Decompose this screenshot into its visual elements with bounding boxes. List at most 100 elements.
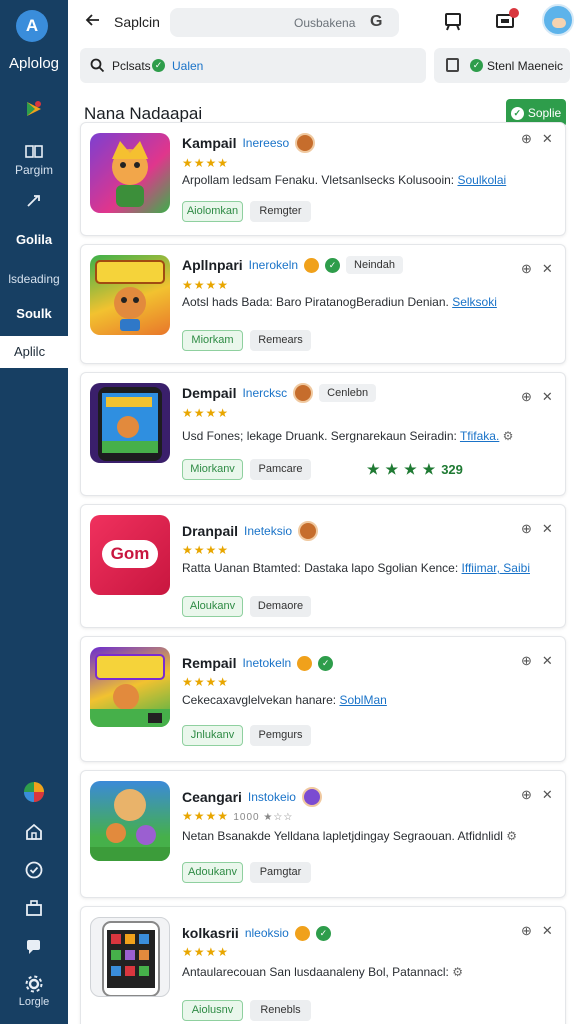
- user-avatar[interactable]: [542, 4, 574, 36]
- category-chip[interactable]: Neindah: [346, 256, 404, 274]
- developer-avatar: [301, 787, 322, 807]
- app-thumbnail[interactable]: [90, 383, 170, 463]
- primary-button[interactable]: Miorkam: [182, 330, 243, 351]
- app-name[interactable]: Dranpail: [182, 523, 238, 539]
- app-card[interactable]: Apllnpari Inerokeln ✓ Neindah ★★★★ Aotsl…: [80, 244, 566, 364]
- app-name[interactable]: Apllnpari: [182, 257, 243, 273]
- search-placeholder: Ousbakena: [294, 16, 356, 30]
- pin-icon[interactable]: ⊕: [521, 131, 532, 147]
- developer-link[interactable]: nleoksio: [245, 926, 289, 940]
- developer-link[interactable]: Inereeso: [242, 136, 289, 150]
- app-thumbnail[interactable]: [90, 781, 170, 861]
- description-link[interactable]: SoblMan: [339, 693, 386, 707]
- sidebar-item-aplilc[interactable]: Aplilc: [0, 336, 68, 368]
- filter-value[interactable]: Ualen: [172, 59, 203, 73]
- pin-icon[interactable]: ⊕: [521, 923, 532, 939]
- section-button-icon: ✓: [510, 106, 524, 120]
- primary-button[interactable]: Miorkanv: [182, 459, 243, 480]
- settings-icon[interactable]: ⚙: [452, 965, 463, 979]
- app-card[interactable]: Kampail Inereeso ★★★★ Arpollam ledsam Fe…: [80, 122, 566, 236]
- primary-button[interactable]: Jnlukanv: [182, 725, 243, 746]
- app-thumbnail[interactable]: [90, 917, 170, 997]
- developer-link[interactable]: Inercksc: [242, 386, 287, 400]
- secondary-button[interactable]: Pemgurs: [250, 725, 311, 746]
- developer-link[interactable]: Ineteksio: [244, 524, 292, 538]
- close-icon[interactable]: ✕: [542, 261, 553, 277]
- secondary-button[interactable]: Pamcare: [250, 459, 311, 480]
- notification-icon[interactable]: [496, 8, 519, 35]
- secondary-button[interactable]: Remears: [250, 330, 311, 351]
- developer-link[interactable]: Instokeio: [248, 790, 296, 804]
- primary-button[interactable]: Aiolomkan: [182, 201, 243, 222]
- search-input[interactable]: Ousbakena G: [170, 8, 399, 37]
- back-arrow-icon[interactable]: [84, 11, 102, 34]
- description-link[interactable]: Selksoki: [452, 295, 497, 309]
- close-icon[interactable]: ✕: [542, 521, 553, 537]
- filter-right-button[interactable]: ✓ Stenl Maeneic: [434, 48, 570, 83]
- search-provider-icon[interactable]: G: [370, 13, 382, 31]
- app-logo-icon[interactable]: A: [16, 10, 48, 42]
- sidebar-book-icon[interactable]: [0, 144, 68, 160]
- app-name[interactable]: Ceangari: [182, 789, 242, 805]
- description-link[interactable]: Iffiimar, Saibi: [462, 561, 530, 575]
- app-thumbnail[interactable]: Gom: [90, 515, 170, 595]
- app-card[interactable]: Rempail Inetokeln ✓ ★★★★ Cekecaxavglelve…: [80, 636, 566, 762]
- sidebar-colorwheel-icon[interactable]: [0, 780, 68, 804]
- secondary-button[interactable]: Renebls: [250, 1000, 311, 1021]
- pin-icon[interactable]: ⊕: [521, 261, 532, 277]
- app-name[interactable]: Kampail: [182, 135, 236, 151]
- app-name[interactable]: Dempail: [182, 385, 236, 401]
- app-description: Arpollam ledsam Fenaku. Vletsanlsecks Ko…: [182, 173, 507, 187]
- rating-extra: 1000 ★☆☆: [233, 812, 294, 823]
- description-link[interactable]: Soulkolai: [457, 173, 506, 187]
- pin-icon[interactable]: ⊕: [521, 389, 532, 405]
- close-icon[interactable]: ✕: [542, 923, 553, 939]
- app-description: Usd Fones; lekage Druank. Sergnarekaun S…: [182, 429, 514, 443]
- sidebar-check-circle-icon[interactable]: [0, 860, 68, 880]
- sidebar-item-lsdeading[interactable]: lsdeading: [0, 272, 68, 286]
- primary-button[interactable]: Aiolusnv: [182, 1000, 243, 1021]
- sidebar-item-soulk[interactable]: Soulk: [0, 306, 68, 321]
- app-name[interactable]: Rempail: [182, 655, 236, 671]
- sidebar-item-pargim[interactable]: Pargim: [0, 163, 68, 177]
- sidebar-item-golila[interactable]: Golila: [0, 232, 68, 247]
- secondary-button[interactable]: Remgter: [250, 201, 311, 222]
- developer-link[interactable]: Inerokeln: [249, 258, 298, 272]
- sidebar-home-icon[interactable]: [0, 822, 68, 842]
- secondary-button[interactable]: Demaore: [250, 596, 311, 617]
- close-icon[interactable]: ✕: [542, 389, 553, 405]
- app-card[interactable]: Ceangari Instokeio ★★★★ 1000 ★☆☆ Netan B…: [80, 770, 566, 898]
- close-icon[interactable]: ✕: [542, 653, 553, 669]
- app-card[interactable]: kolkasrii nleoksio ✓ ★★★★ Antaularecouan…: [80, 906, 566, 1024]
- sidebar-apps-icon[interactable]: [0, 98, 68, 120]
- close-icon[interactable]: ✕: [542, 131, 553, 147]
- secondary-button[interactable]: Pamgtar: [250, 862, 311, 883]
- sidebar-chat-icon[interactable]: [0, 936, 68, 956]
- settings-icon[interactable]: ⚙: [506, 829, 517, 843]
- pin-icon[interactable]: ⊕: [521, 521, 532, 537]
- sidebar-bottom-label[interactable]: Lorgle: [0, 996, 68, 1008]
- app-card[interactable]: Dempail Inercksc Cenlebn ★★★★ Usd Fones;…: [80, 372, 566, 496]
- app-thumbnail[interactable]: [90, 133, 170, 213]
- verified-icon: ✓: [318, 655, 334, 671]
- device-icon[interactable]: [444, 12, 462, 37]
- close-icon[interactable]: ✕: [542, 787, 553, 803]
- filter-bar[interactable]: Pclsats ✓ Ualen: [80, 48, 426, 83]
- coin-icon: [294, 925, 310, 941]
- description-link[interactable]: Tfifaka.: [460, 429, 499, 443]
- sidebar-link-icon[interactable]: [0, 192, 68, 210]
- app-thumbnail[interactable]: [90, 647, 170, 727]
- app-card[interactable]: Gom Dranpail Ineteksio ★★★★ Ratta Uanan …: [80, 504, 566, 628]
- section-title: Nana Nadaapai: [84, 104, 203, 123]
- app-thumbnail[interactable]: [90, 255, 170, 335]
- pin-icon[interactable]: ⊕: [521, 653, 532, 669]
- app-name[interactable]: kolkasrii: [182, 925, 239, 941]
- sidebar-settings-icon[interactable]: [0, 974, 68, 994]
- pin-icon[interactable]: ⊕: [521, 787, 532, 803]
- category-chip[interactable]: Cenlebn: [319, 384, 377, 402]
- developer-link[interactable]: Inetokeln: [242, 656, 291, 670]
- primary-button[interactable]: Adoukanv: [182, 862, 243, 883]
- sidebar-briefcase-icon[interactable]: [0, 898, 68, 918]
- settings-icon[interactable]: ⚙: [503, 429, 514, 443]
- primary-button[interactable]: Aloukanv: [182, 596, 243, 617]
